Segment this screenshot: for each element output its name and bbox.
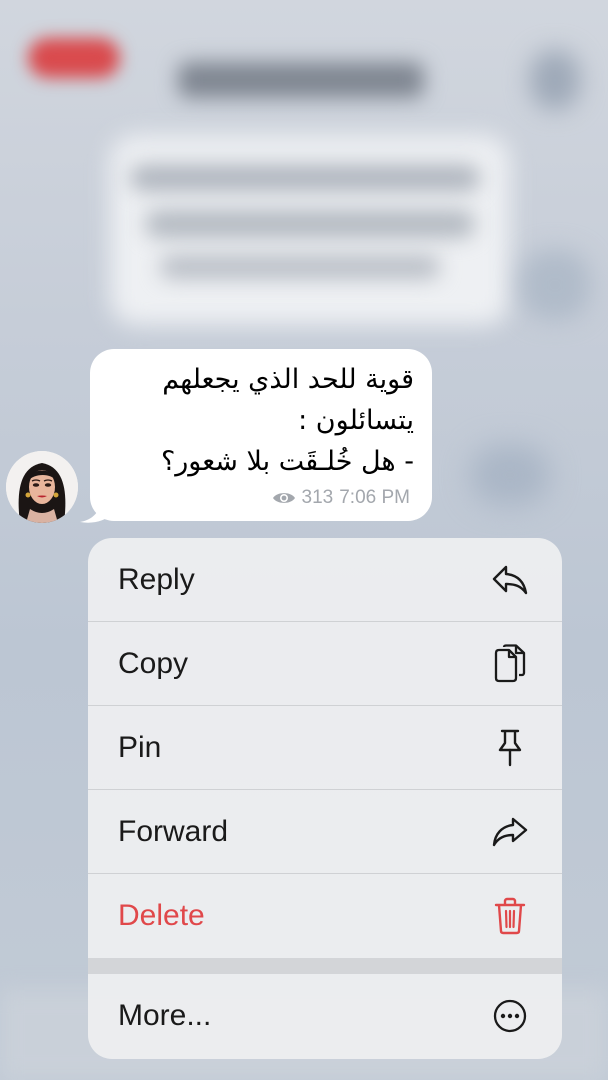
context-menu: Reply Copy Pin Forward Delete More...: [88, 538, 562, 1059]
message-meta: 313 7:06 PM: [272, 487, 410, 509]
menu-item-forward[interactable]: Forward: [88, 790, 562, 874]
reply-icon: [490, 560, 530, 600]
menu-separator: [88, 958, 562, 974]
menu-item-label: More...: [118, 999, 212, 1032]
forward-icon: [490, 812, 530, 852]
avatar[interactable]: [6, 451, 78, 523]
more-icon: [490, 996, 530, 1036]
menu-item-label: Copy: [118, 646, 189, 680]
menu-item-label: Reply: [118, 562, 195, 596]
menu-item-label: Delete: [118, 899, 205, 932]
message-bubble[interactable]: قوية للحد الذي يجعلهم يتسائلون : - هل خُ…: [90, 349, 432, 521]
message-text: قوية للحد الذي يجعلهم يتسائلون : - هل خُ…: [108, 359, 414, 482]
message-line: - هل خُلـقَت بلا شعور؟: [160, 446, 414, 477]
menu-item-copy[interactable]: Copy: [88, 622, 562, 706]
eye-icon: [272, 493, 295, 503]
menu-item-reply[interactable]: Reply: [88, 538, 562, 622]
pin-icon: [490, 728, 530, 768]
menu-item-label: Forward: [118, 814, 229, 848]
menu-item-delete[interactable]: Delete: [88, 874, 562, 958]
message-line: قوية للحد الذي يجعلهم: [162, 364, 414, 395]
trash-icon: [490, 896, 530, 936]
message-line: يتسائلون :: [298, 405, 414, 436]
message-time: 7:06 PM: [339, 487, 410, 508]
view-count: 313: [301, 487, 334, 508]
menu-item-more[interactable]: More...: [88, 974, 562, 1058]
menu-item-pin[interactable]: Pin: [88, 706, 562, 790]
copy-icon: [490, 643, 530, 684]
menu-item-label: Pin: [118, 730, 162, 764]
